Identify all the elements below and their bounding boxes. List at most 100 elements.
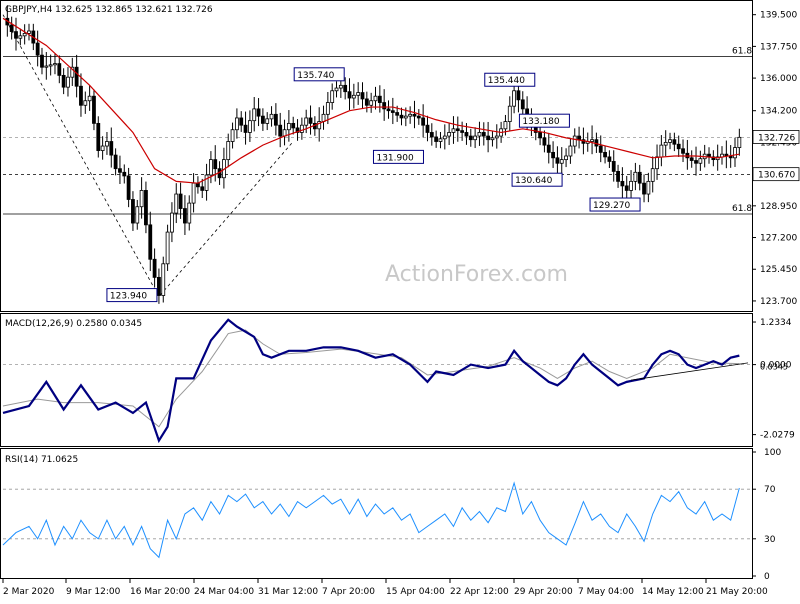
bull-candle <box>170 212 174 233</box>
bear-candle <box>157 276 161 296</box>
bear-candle <box>434 136 439 142</box>
bull-candle <box>187 202 192 224</box>
bull-candle <box>356 92 361 96</box>
price-y-tick-label: 136.000 <box>760 74 797 84</box>
bear-candle <box>243 124 248 133</box>
bull-candle <box>507 105 512 122</box>
bull-candle <box>663 142 668 146</box>
bear-candle <box>96 122 101 151</box>
bull-candle <box>403 115 408 119</box>
bull-candle <box>590 139 594 142</box>
bull-candle <box>265 118 270 124</box>
price-annotation-label: 135.440 <box>488 76 525 86</box>
price-y-tick-label: 125.450 <box>760 265 797 275</box>
bear-candle <box>681 148 685 154</box>
bull-candle <box>338 84 343 89</box>
rsi-panel <box>0 448 753 579</box>
bull-candle <box>226 141 231 161</box>
x-axis-tick-label: 24 Mar 04:00 <box>194 587 254 597</box>
bull-candle <box>191 182 196 204</box>
bull-candle <box>633 171 638 182</box>
price-y-tick-label: 139.500 <box>760 11 797 21</box>
bull-candle <box>629 180 633 191</box>
x-axis-tick-label: 9 Mar 12:00 <box>66 587 121 597</box>
x-axis-tick-label: 14 May 12:00 <box>642 587 704 597</box>
bull-candle <box>247 120 252 133</box>
bear-candle <box>542 137 547 146</box>
bull-candle <box>477 132 482 137</box>
bull-candle <box>572 135 577 147</box>
bear-candle <box>131 199 135 224</box>
watermark: ActionForex.com <box>385 262 568 287</box>
bull-candle <box>698 158 703 164</box>
price-annotation-label: 129.270 <box>593 201 630 211</box>
bear-candle <box>144 190 148 226</box>
bull-candle <box>165 231 170 265</box>
bull-candle <box>105 141 109 147</box>
bear-candle <box>672 139 677 145</box>
bull-candle <box>442 135 447 140</box>
bear-candle <box>364 98 369 106</box>
bear-candle <box>676 143 681 150</box>
price-annotation-label: 133.180 <box>522 117 559 127</box>
bull-candle <box>161 263 166 296</box>
bear-candle <box>152 258 157 278</box>
x-axis-tick-label: 15 Apr 04:00 <box>386 587 445 597</box>
bull-candle <box>659 144 664 158</box>
fib-label: 61.8 <box>732 46 752 56</box>
bull-candle <box>490 137 495 141</box>
bear-candle <box>178 193 183 209</box>
bull-candle <box>252 108 257 122</box>
bear-candle <box>256 108 261 117</box>
macd-header: MACD(12,26,9) 0.2580 0.0345 <box>5 319 142 329</box>
bear-candle <box>183 208 187 224</box>
bull-candle <box>494 135 499 139</box>
bull-candle <box>66 76 70 88</box>
bear-candle <box>538 132 542 139</box>
x-axis-tick-label: 2 Mar 2020 <box>3 587 55 597</box>
bull-candle <box>447 132 452 137</box>
x-axis-tick-label: 22 Apr 12:00 <box>450 587 509 597</box>
bull-candle <box>334 87 339 92</box>
bull-candle <box>330 90 335 103</box>
bear-candle <box>412 113 417 117</box>
bear-candle <box>486 135 491 141</box>
price-header: GBPJPY,H4 132.625 132.865 132.621 132.72… <box>5 5 213 15</box>
bear-candle <box>429 132 434 138</box>
bear-candle <box>40 54 44 68</box>
price-y-tick-label: 123.700 <box>760 297 797 307</box>
level-price-tag: 130.670 <box>758 171 795 181</box>
bear-candle <box>122 171 127 177</box>
bear-candle <box>555 157 560 164</box>
bull-candle <box>299 124 304 133</box>
bear-candle <box>79 85 83 106</box>
bull-candle <box>369 100 374 106</box>
bull-candle <box>286 122 291 131</box>
bull-candle <box>568 145 573 157</box>
bear-candle <box>616 170 620 182</box>
bull-candle <box>234 117 239 131</box>
bear-candle <box>148 224 153 260</box>
bear-candle <box>213 159 218 170</box>
bull-candle <box>408 113 413 117</box>
chart-svg: ActionForex.com 135.740 131.900 135.440 133… <box>0 0 800 597</box>
bear-candle <box>577 135 581 141</box>
bull-candle <box>655 156 659 170</box>
bull-candle <box>83 100 88 106</box>
bear-candle <box>637 171 642 184</box>
bear-candle <box>516 90 521 101</box>
bull-candle <box>139 190 144 208</box>
bull-candle <box>230 129 235 142</box>
bear-candle <box>92 95 96 124</box>
bear-candle <box>57 63 62 76</box>
bull-candle <box>351 94 356 99</box>
bull-candle <box>53 63 57 66</box>
bull-candle <box>209 159 213 176</box>
price-y-tick-label: 128.950 <box>760 202 797 212</box>
bull-candle <box>325 102 330 115</box>
bear-candle <box>126 175 131 200</box>
current-price-tag: 132.726 <box>758 133 795 143</box>
x-axis-tick-label: 16 Mar 20:00 <box>130 587 190 597</box>
bull-candle <box>22 33 27 37</box>
bear-candle <box>390 110 395 113</box>
